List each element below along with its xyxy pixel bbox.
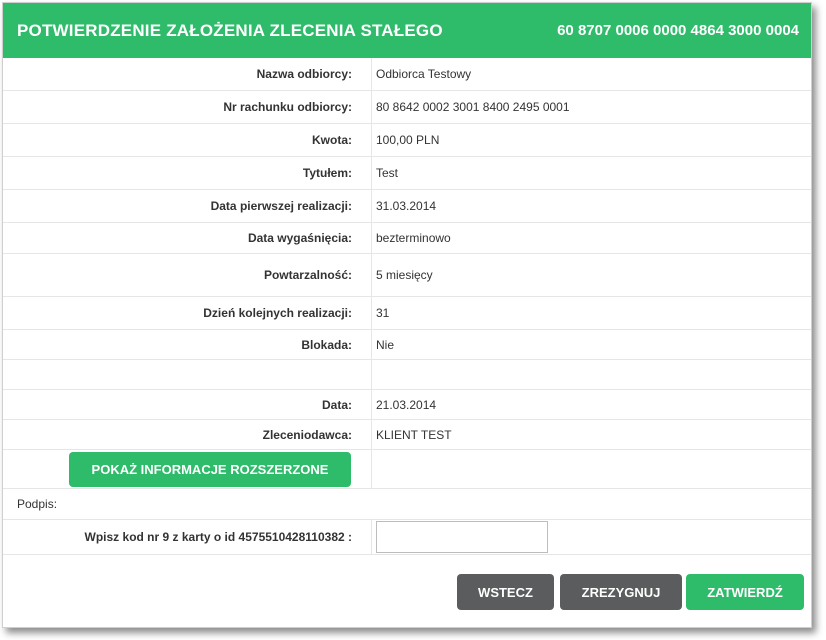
field-label: Data: — [3, 390, 372, 419]
code-cell — [372, 520, 811, 554]
field-value: KLIENT TEST — [376, 427, 452, 442]
table-row: Nazwa odbiorcy: Odbiorca Testowy — [3, 58, 811, 91]
details-table: Nazwa odbiorcy: Odbiorca Testowy Nr rach… — [3, 58, 811, 555]
signature-heading: Podpis: — [17, 497, 58, 511]
extended-info-row: POKAŻ INFORMACJE ROZSZERZONE — [3, 450, 811, 489]
empty-cell — [372, 360, 811, 389]
field-value: bezterminowo — [376, 231, 451, 245]
field-value: 31 — [376, 306, 390, 320]
field-value: 5 miesięcy — [376, 268, 433, 282]
empty-cell — [3, 360, 372, 389]
cancel-button[interactable]: ZREZYGNUJ — [560, 574, 682, 610]
card-code-input[interactable] — [376, 521, 548, 553]
table-row: Powtarzalność: 5 miesięcy — [3, 254, 811, 297]
field-value: 31.03.2014 — [376, 199, 437, 213]
field-label: Nazwa odbiorcy: — [3, 58, 372, 90]
confirm-button[interactable]: ZATWIERDŹ — [686, 574, 804, 610]
table-row: Data wygaśnięcia: bezterminowo — [3, 223, 811, 254]
field-label: Data wygaśnięcia: — [3, 223, 372, 253]
field-label: Zleceniodawca: — [3, 420, 372, 449]
table-row: Blokada: Nie — [3, 330, 811, 360]
extended-info-cell: POKAŻ INFORMACJE ROZSZERZONE — [3, 450, 372, 488]
table-row: Data: 21.03.2014 — [3, 390, 811, 420]
field-value: 21.03.2014 — [376, 397, 437, 412]
field-label: Nr rachunku odbiorcy: — [3, 91, 372, 123]
field-label: Tytułem: — [3, 157, 372, 189]
panel-header: POTWIERDZENIE ZAŁOŻENIA ZLECENIA STAŁEGO… — [3, 3, 811, 58]
field-value: 100,00 PLN — [376, 133, 440, 147]
field-label: Kwota: — [3, 124, 372, 156]
code-label: Wpisz kod nr 9 z karty o id 457551042811… — [3, 520, 372, 554]
signature-heading-row: Podpis: — [3, 489, 811, 520]
field-value: Nie — [376, 337, 395, 352]
page-title: POTWIERDZENIE ZAŁOŻENIA ZLECENIA STAŁEGO — [17, 20, 443, 40]
empty-cell — [372, 450, 811, 488]
field-label: Blokada: — [3, 330, 372, 359]
field-value: Odbiorca Testowy — [376, 67, 472, 81]
field-value: 80 8642 0002 3001 8400 2495 0001 — [376, 100, 570, 114]
table-row: Tytułem: Test — [3, 157, 811, 190]
empty-row — [3, 360, 811, 390]
table-row: Data pierwszej realizacji: 31.03.2014 — [3, 190, 811, 223]
confirmation-panel: POTWIERDZENIE ZAŁOŻENIA ZLECENIA STAŁEGO… — [2, 2, 812, 628]
field-label: Data pierwszej realizacji: — [3, 190, 372, 222]
table-row: Kwota: 100,00 PLN — [3, 124, 811, 157]
table-row: Zleceniodawca: KLIENT TEST — [3, 420, 811, 450]
code-row: Wpisz kod nr 9 z karty o id 457551042811… — [3, 520, 811, 555]
field-label: Dzień kolejnych realizacji: — [3, 297, 372, 329]
field-label: Powtarzalność: — [3, 254, 372, 296]
table-row: Dzień kolejnych realizacji: 31 — [3, 297, 811, 330]
show-extended-info-button[interactable]: POKAŻ INFORMACJE ROZSZERZONE — [69, 451, 351, 487]
action-bar: WSTECZ ZREZYGNUJ ZATWIERDŹ — [3, 574, 811, 610]
table-row: Nr rachunku odbiorcy: 80 8642 0002 3001 … — [3, 91, 811, 124]
account-number: 60 8707 0006 0000 4864 3000 0004 — [557, 22, 799, 39]
back-button[interactable]: WSTECZ — [457, 574, 554, 610]
field-value: Test — [376, 166, 399, 180]
